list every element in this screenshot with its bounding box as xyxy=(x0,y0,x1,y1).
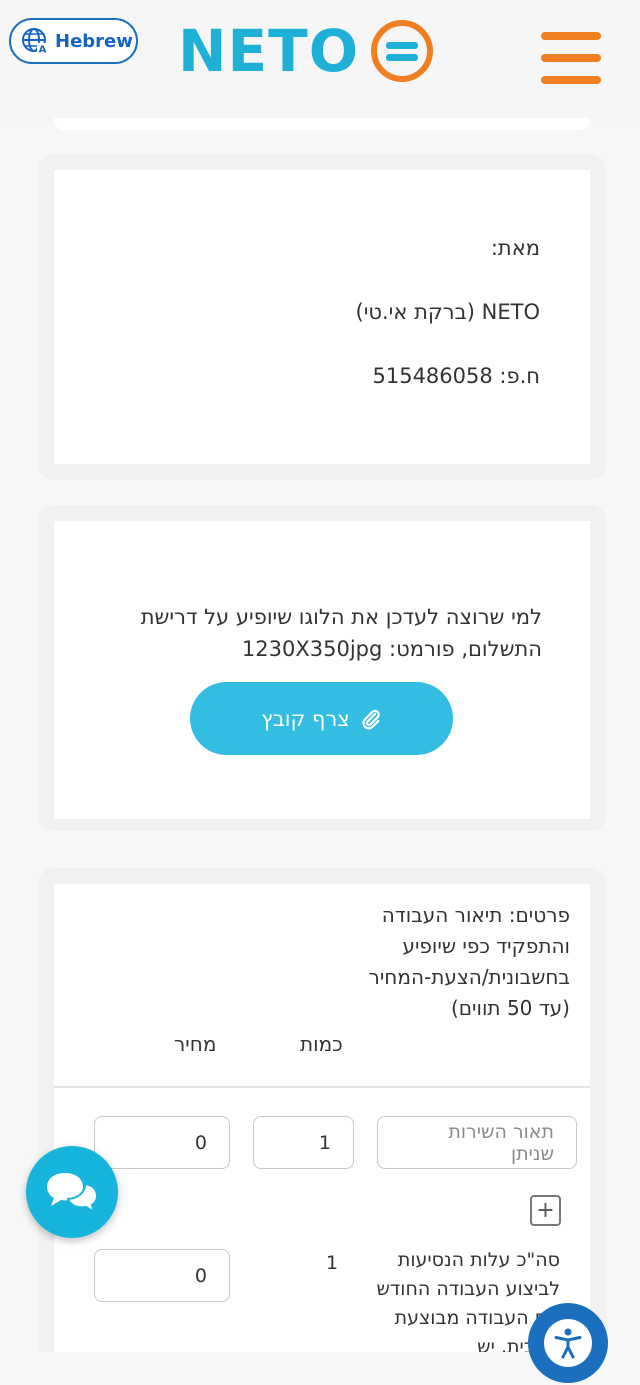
price-input[interactable]: 0 xyxy=(94,1116,230,1169)
menu-hamburger-icon[interactable] xyxy=(541,32,601,84)
add-row-button[interactable]: + xyxy=(530,1195,561,1226)
service-description-input[interactable]: תאור השירות שניתן xyxy=(377,1116,577,1169)
logo-text: NETO xyxy=(178,17,360,85)
menu-bar xyxy=(541,32,601,40)
chat-bubbles-icon xyxy=(47,1173,99,1214)
line-items-card: פרטים: תיאור העבודה והתפקיד כפי שיופיע ב… xyxy=(38,868,606,1385)
accessibility-ring xyxy=(544,1319,592,1367)
column-header-description: פרטים: תיאור העבודה והתפקיד כפי שיופיע ב… xyxy=(368,903,570,1020)
sender-company: NETO (ברקת אי.טי) xyxy=(355,300,541,324)
logo-mark-icon xyxy=(371,20,434,82)
svg-text:A: A xyxy=(39,45,47,56)
paperclip-icon xyxy=(362,709,380,729)
travel-cost-quantity: 1 xyxy=(326,1252,339,1274)
line-items-card-body: פרטים: תיאור העבודה והתפקיד כפי שיופיע ב… xyxy=(54,884,590,1384)
menu-bar xyxy=(541,76,601,84)
logo-upload-description: למי שרוצה לעדכן את הלוגו שיופיע על דרישת… xyxy=(140,605,542,661)
language-switcher-button[interactable]: A Hebrew xyxy=(9,18,138,64)
sender-card-body: מאת: NETO (ברקת אי.טי) ח.פ: 515486058 xyxy=(54,170,590,464)
logo-upload-card-body: למי שרוצה לעדכן את הלוגו שיופיע על דרישת… xyxy=(54,521,590,819)
column-header-price: מחיר xyxy=(174,1032,217,1056)
globe-language-icon: A xyxy=(22,28,48,56)
table-divider xyxy=(54,1086,590,1088)
accessibility-person-icon xyxy=(554,1328,582,1359)
site-header: A Hebrew NETO xyxy=(0,0,640,122)
chat-button[interactable] xyxy=(26,1146,118,1238)
language-label: Hebrew xyxy=(55,30,133,52)
menu-bar xyxy=(541,54,601,62)
accessibility-button[interactable] xyxy=(528,1303,608,1383)
sender-card: מאת: NETO (ברקת אי.טי) ח.פ: 515486058 xyxy=(38,154,606,480)
quantity-input[interactable]: 1 xyxy=(253,1116,354,1169)
column-header-quantity: כמות xyxy=(300,1032,343,1056)
travel-price-input[interactable]: 0 xyxy=(94,1249,230,1302)
attach-file-button[interactable]: צרף קובץ xyxy=(190,682,453,755)
previous-card-edge xyxy=(54,118,590,130)
logo-upload-card: למי שרוצה לעדכן את הלוגו שיופיע על דרישת… xyxy=(38,505,606,831)
from-label: מאת: xyxy=(490,236,540,260)
attach-file-label: צרף קובץ xyxy=(261,706,350,731)
sender-company-id: ח.פ: 515486058 xyxy=(372,364,540,388)
neto-logo[interactable]: NETO xyxy=(178,17,435,85)
